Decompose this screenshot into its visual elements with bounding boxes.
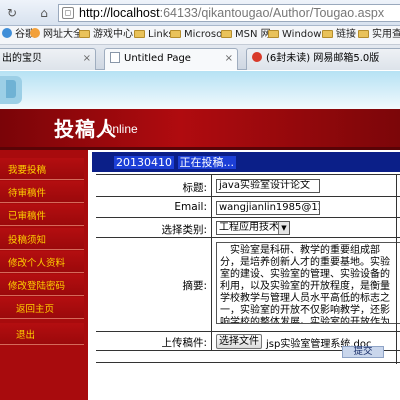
tab-mail[interactable]: (6封未读) 网易邮箱5.0版 [246, 48, 400, 70]
choose-file-button[interactable]: 选择文件 [216, 334, 262, 349]
status-text: 20130410 正在投稿... [114, 156, 236, 169]
banner-subtitle: Online [103, 122, 138, 136]
address-bar[interactable]: ◻ http://localhost:64133/qikantougao/Aut… [58, 4, 400, 22]
abstract-textarea[interactable]: 实验室是科研、教学的重要组成部分，是培养创新人才的重要基地。实验室的建设、实验室… [216, 242, 400, 324]
bookmark-microsoft[interactable]: Microso [170, 28, 222, 42]
email-field[interactable]: wangjianlin1985@126.con [216, 201, 320, 215]
bookmark-links-cn[interactable]: 链接 [322, 28, 356, 42]
bookmarks-bar: 谷歌 网址大全 游戏中心 Links Microso MSN 网 Window … [0, 26, 400, 45]
form-row-title: 标题: java实验室设计论文 [96, 174, 400, 196]
abstract-label: 摘要: [182, 280, 207, 292]
form-row-email: Email: wangjianlin1985@126.con [96, 196, 400, 217]
form-row-abstract: 摘要: 实验室是科研、教学的重要组成部分，是培养创新人才的重要基地。实验室的建设… [96, 237, 400, 331]
folder-icon [170, 30, 181, 38]
submit-button[interactable]: 提交 [342, 346, 384, 358]
folder-icon [268, 30, 279, 38]
dropdown-arrow-icon[interactable]: ▼ [278, 222, 289, 234]
tab-shop[interactable]: 出的宝贝 × [0, 48, 96, 70]
bookmark-hao123[interactable]: 网址大全 [30, 28, 83, 42]
form-bottom-border [96, 362, 400, 363]
home-icon[interactable]: ⌂ [36, 5, 52, 21]
globe-icon [2, 28, 12, 38]
refresh-icon[interactable]: ↻ [4, 5, 20, 21]
banner-sky [0, 71, 400, 109]
bookmark-games[interactable]: 游戏中心 [79, 28, 133, 42]
sidebar-item-guidelines[interactable]: 投稿须知 [0, 228, 84, 250]
bookmark-links[interactable]: Links [134, 28, 174, 42]
title-label: 标题: [182, 182, 207, 194]
folder-icon [358, 30, 369, 38]
page-icon [110, 52, 120, 63]
bookmark-tools[interactable]: 实用查询 [358, 28, 400, 42]
bookmark-msn[interactable]: MSN 网 [221, 28, 271, 42]
tab-strip: 出的宝贝 × Untitled Page × (6封未读) 网易邮箱5.0版 [0, 45, 400, 70]
folder-icon [79, 30, 90, 38]
sidebar-item-submit[interactable]: 我要投稿 [0, 158, 84, 180]
folder-icon [134, 30, 145, 38]
category-label: 选择类别: [161, 224, 207, 236]
form-row-category: 选择类别: 工程应用技术与 ▼ [96, 217, 400, 237]
folder-icon [221, 30, 232, 38]
sidebar-item-profile[interactable]: 修改个人资料 [0, 251, 84, 273]
sidebar-item-pending[interactable]: 待审稿件 [0, 181, 84, 203]
title-input[interactable]: java实验室设计论文 [216, 179, 320, 193]
logo-shape-inner [6, 80, 16, 98]
close-icon[interactable]: × [225, 49, 233, 69]
sidebar: 我要投稿 待审稿件 已审稿件 投稿须知 修改个人资料 修改登陆密码 返回主页 退… [0, 150, 88, 400]
email-label: Email: [174, 201, 207, 213]
mail-icon [252, 52, 262, 62]
category-select[interactable]: 工程应用技术与 ▼ [216, 221, 290, 235]
sidebar-item-reviewed[interactable]: 已审稿件 [0, 204, 84, 226]
browser-navbar: ↻ ⌂ ◻ http://localhost:64133/qikantougao… [0, 0, 400, 26]
tab-untitled-page[interactable]: Untitled Page × [104, 48, 238, 70]
bookmark-windows[interactable]: Window [268, 28, 321, 42]
submission-form: 标题: java实验室设计论文 Email: wangjianlin1985@1… [96, 174, 400, 374]
site-icon [30, 28, 40, 38]
folder-icon [322, 30, 333, 38]
upload-label: 上传稿件: [161, 337, 207, 349]
close-icon[interactable]: × [83, 49, 91, 69]
sidebar-item-password[interactable]: 修改登陆密码 [0, 274, 84, 296]
page-icon: ◻ [62, 7, 74, 19]
table-border [396, 174, 397, 364]
sidebar-item-logout[interactable]: 退出 [0, 323, 84, 345]
url-text: http://localhost:64133/qikantougao/Autho… [79, 6, 385, 20]
sidebar-item-home[interactable]: 返回主页 [0, 297, 84, 319]
